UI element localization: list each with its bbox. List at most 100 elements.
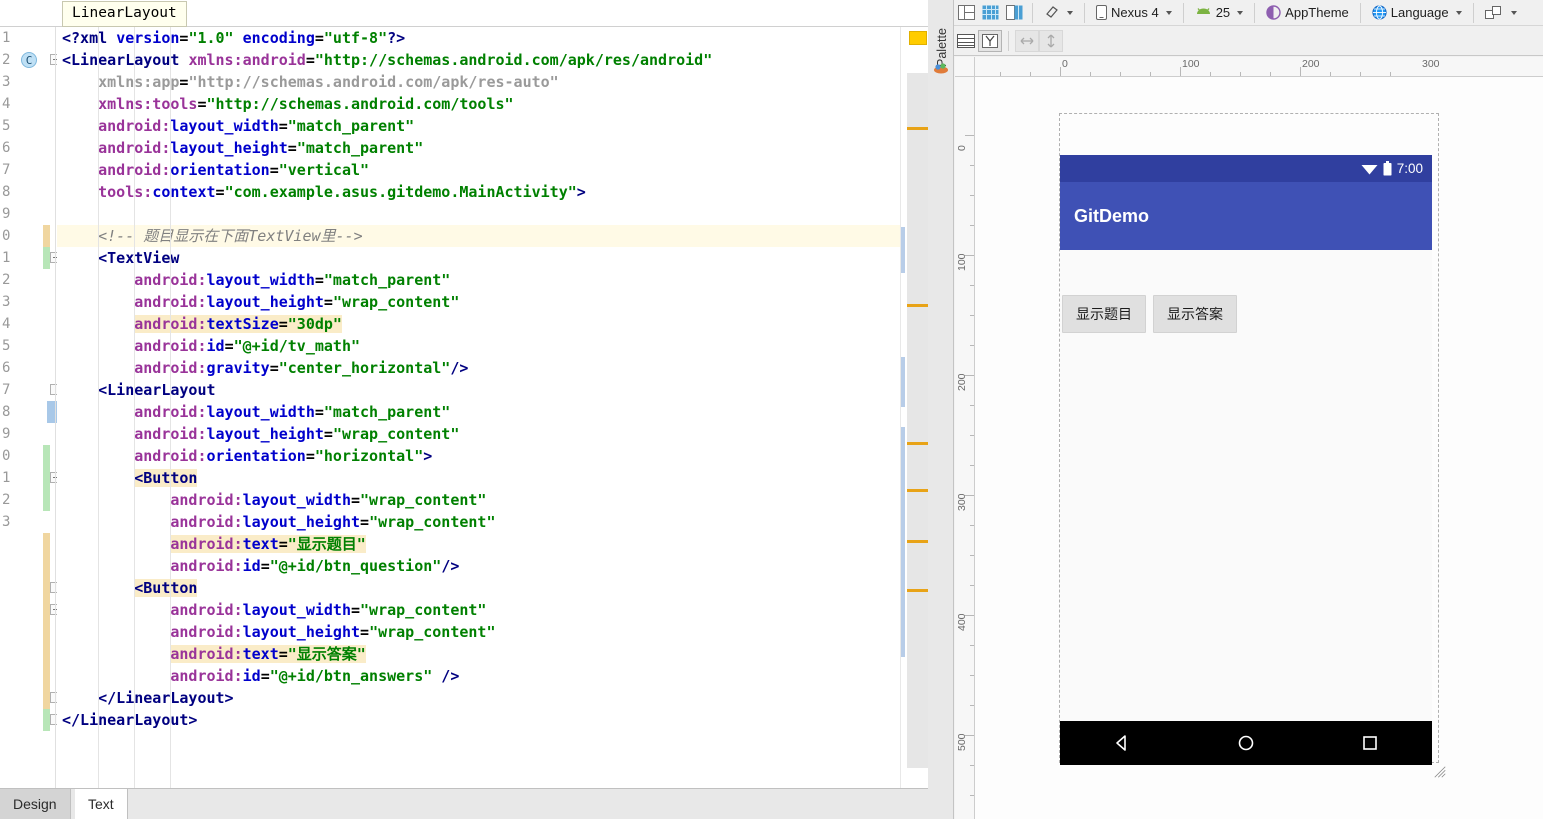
code-line[interactable]: android:id="@+id/btn_question"/>	[57, 555, 900, 577]
code-line[interactable]: android:layout_width="match_parent"	[57, 115, 900, 137]
warning-marker[interactable]	[907, 489, 929, 492]
code-line[interactable]: <LinearLayout xmlns:android="http://sche…	[57, 49, 900, 71]
component-tree-toggle-button[interactable]	[954, 30, 978, 52]
code-line[interactable]: </LinearLayout>	[57, 687, 900, 709]
line-number[interactable]: 7	[0, 379, 57, 401]
code-line[interactable]: </LinearLayout>	[57, 709, 900, 731]
show-constraints-button[interactable]	[978, 30, 1002, 52]
android-content-area[interactable]: 显示题目显示答案	[1060, 250, 1432, 721]
code-line[interactable]: android:text="显示答案"	[57, 643, 900, 665]
code-line[interactable]: android:layout_height="wrap_content"	[57, 423, 900, 445]
vcs-change-marker[interactable]	[43, 621, 50, 709]
code-line[interactable]: android:layout_height="wrap_content"	[57, 511, 900, 533]
code-line[interactable]: android:text="显示题目"	[57, 533, 900, 555]
scrollbar-thumb[interactable]	[907, 73, 929, 768]
code-line[interactable]: android:layout_height="wrap_content"	[57, 621, 900, 643]
warning-marker[interactable]	[907, 589, 929, 592]
line-number[interactable]: 5	[0, 115, 57, 137]
line-number[interactable]: 8	[0, 181, 57, 203]
layout-variants-button[interactable]	[1480, 2, 1522, 24]
code-line[interactable]: android:orientation="horizontal">	[57, 445, 900, 467]
tab-design[interactable]: Design	[0, 789, 71, 819]
code-token: "http://schemas.android.com/tools"	[207, 95, 514, 113]
code-text-area[interactable]: <?xml version="1.0" encoding="utf-8"?><L…	[57, 27, 900, 788]
code-line[interactable]: android:layout_width="wrap_content"	[57, 489, 900, 511]
device-preview[interactable]: 7:00 GitDemo 显示题目显示答案	[1060, 155, 1432, 765]
code-line[interactable]: <Button	[57, 577, 900, 599]
code-line[interactable]: android:gravity="center_horizontal"/>	[57, 357, 900, 379]
code-line[interactable]: xmlns:app="http://schemas.android.com/ap…	[57, 71, 900, 93]
preview-button-2[interactable]: 显示答案	[1153, 295, 1237, 333]
vcs-change-marker[interactable]	[43, 445, 50, 489]
palette-rail[interactable]: Palette	[928, 0, 954, 819]
design-view-mode-button[interactable]	[954, 2, 978, 24]
code-line[interactable]: android:orientation="vertical"	[57, 159, 900, 181]
code-token: xmlns:app	[98, 73, 179, 91]
code-line[interactable]: <LinearLayout	[57, 379, 900, 401]
code-line[interactable]: android:id="@+id/btn_answers" />	[57, 665, 900, 687]
warning-marker[interactable]	[907, 442, 929, 445]
api-level-selector[interactable]: 25	[1190, 2, 1248, 24]
code-line[interactable]: <!-- 题目显示在下面TextView里-->	[57, 225, 900, 247]
code-line[interactable]: <TextView	[57, 247, 900, 269]
palette-label[interactable]: Palette	[935, 7, 949, 67]
code-line[interactable]	[57, 203, 900, 225]
line-number[interactable]: 3	[0, 511, 57, 533]
code-line[interactable]	[57, 731, 900, 753]
theme-selector[interactable]: AppTheme	[1261, 2, 1354, 24]
code-line[interactable]: <?xml version="1.0" encoding="utf-8"?>	[57, 27, 900, 49]
line-number[interactable]: 6	[0, 137, 57, 159]
code-line[interactable]: android:layout_height="wrap_content"	[57, 291, 900, 313]
code-line[interactable]: <Button	[57, 467, 900, 489]
device-selector[interactable]: Nexus 4	[1091, 2, 1177, 24]
code-token: <!-- 题目显示在下面TextView里-->	[98, 227, 363, 245]
blueprint-view-mode-button[interactable]	[978, 2, 1002, 24]
warning-marker[interactable]	[907, 304, 929, 307]
device-workspace[interactable]: 7:00 GitDemo 显示题目显示答案	[975, 77, 1543, 819]
canvas-resize-handle[interactable]	[1433, 765, 1447, 779]
line-number[interactable]: 2	[0, 269, 57, 291]
line-number[interactable]: 7	[0, 159, 57, 181]
code-line[interactable]: android:layout_height="match_parent"	[57, 137, 900, 159]
refresh-render-button[interactable]	[1039, 2, 1078, 24]
code-line[interactable]: android:id="@+id/tv_math"	[57, 335, 900, 357]
vcs-change-marker[interactable]	[43, 225, 50, 247]
vcs-change-marker[interactable]	[43, 489, 50, 511]
expand-vertically-button[interactable]	[1039, 30, 1063, 52]
code-token: =	[216, 183, 225, 201]
language-selector[interactable]: Language	[1367, 2, 1467, 24]
warning-marker[interactable]	[907, 127, 929, 130]
code-token: orientation	[207, 447, 306, 465]
design-canvas[interactable]: 0100200300 0100200300400500 7:00 GitDemo…	[955, 57, 1543, 819]
inspection-status-icon[interactable]	[909, 31, 927, 45]
code-token: =	[351, 491, 360, 509]
line-number[interactable]: 4	[0, 93, 57, 115]
code-line[interactable]: tools:context="com.example.asus.gitdemo.…	[57, 181, 900, 203]
breadcrumb[interactable]: LinearLayout	[62, 1, 187, 27]
line-number[interactable]: 4	[0, 313, 57, 335]
vcs-change-marker[interactable]	[43, 709, 50, 731]
warning-marker[interactable]	[907, 540, 929, 543]
line-number[interactable]: 9	[0, 203, 57, 225]
line-number[interactable]: 9	[0, 423, 57, 445]
code-line[interactable]: xmlns:tools="http://schemas.android.com/…	[57, 93, 900, 115]
code-line[interactable]: android:layout_width="match_parent"	[57, 401, 900, 423]
split-view-mode-button[interactable]	[1002, 2, 1026, 24]
code-line[interactable]: android:layout_width="wrap_content"	[57, 599, 900, 621]
line-number[interactable]: 3	[0, 71, 57, 93]
editor-gutter[interactable]: 12345678901234567890123C	[0, 27, 57, 788]
tab-text[interactable]: Text	[75, 789, 128, 819]
indent-guide	[170, 27, 171, 788]
editor-marker-scrollbar[interactable]	[900, 27, 928, 788]
expand-horizontally-button[interactable]	[1015, 30, 1039, 52]
code-line[interactable]: android:layout_width="match_parent"	[57, 269, 900, 291]
line-number[interactable]: 3	[0, 291, 57, 313]
vcs-change-marker[interactable]	[43, 247, 50, 269]
line-number[interactable]: 5	[0, 335, 57, 357]
code-line[interactable]: android:textSize="30dp"	[57, 313, 900, 335]
preview-button-1[interactable]: 显示题目	[1062, 295, 1146, 333]
vcs-change-marker[interactable]	[43, 533, 50, 621]
line-number[interactable]: 1	[0, 27, 57, 49]
class-navigate-icon[interactable]: C	[21, 52, 37, 68]
line-number[interactable]: 6	[0, 357, 57, 379]
